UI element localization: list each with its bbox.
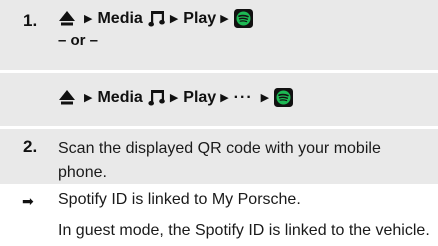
step-2-instruction: Scan the displayed QR code with your mob… bbox=[58, 140, 381, 181]
separator-arrow: ▶ bbox=[84, 13, 93, 25]
separator-arrow: ▶ bbox=[220, 13, 229, 25]
separator-arrow: ▶ bbox=[169, 92, 179, 104]
media-label: Media bbox=[97, 9, 143, 27]
media-label: Media bbox=[97, 88, 143, 106]
result-text: Spotify ID is linked to My Porsche. bbox=[58, 191, 301, 208]
step-2-block: 2. Scan the displayed QR code with your … bbox=[0, 129, 438, 184]
music-note-icon bbox=[148, 9, 166, 28]
step-1-block: 1. ▶ Media ▶ Play ▶ – or – ▶ Media ▶ Pla… bbox=[0, 0, 438, 126]
menu-path-primary: ▶ Media ▶ Play ▶ bbox=[58, 9, 253, 28]
music-note-icon bbox=[148, 88, 166, 107]
play-label: Play bbox=[183, 88, 217, 106]
separator-arrow: ▶ bbox=[169, 13, 179, 25]
separator-arrow: ▶ bbox=[84, 92, 93, 104]
divider bbox=[0, 70, 438, 73]
result-arrow-icon: ➡ bbox=[22, 193, 34, 209]
spotify-icon bbox=[233, 9, 253, 28]
spotify-icon bbox=[274, 88, 294, 107]
step-2-number: 2. bbox=[23, 137, 38, 156]
step-1-number: 1. bbox=[23, 11, 38, 30]
or-separator-text: – or – bbox=[58, 32, 99, 49]
home-icon bbox=[58, 89, 76, 106]
separator-arrow: ▶ bbox=[260, 92, 270, 104]
guest-mode-note: In guest mode, the Spotify ID is linked … bbox=[58, 222, 430, 239]
play-label: Play bbox=[183, 9, 217, 27]
menu-path-alternative: ▶ Media ▶ Play ▶ ··· ▶ bbox=[58, 88, 294, 107]
home-icon bbox=[58, 10, 76, 27]
more-options-icon: ··· bbox=[233, 88, 253, 106]
separator-arrow: ▶ bbox=[220, 92, 229, 104]
